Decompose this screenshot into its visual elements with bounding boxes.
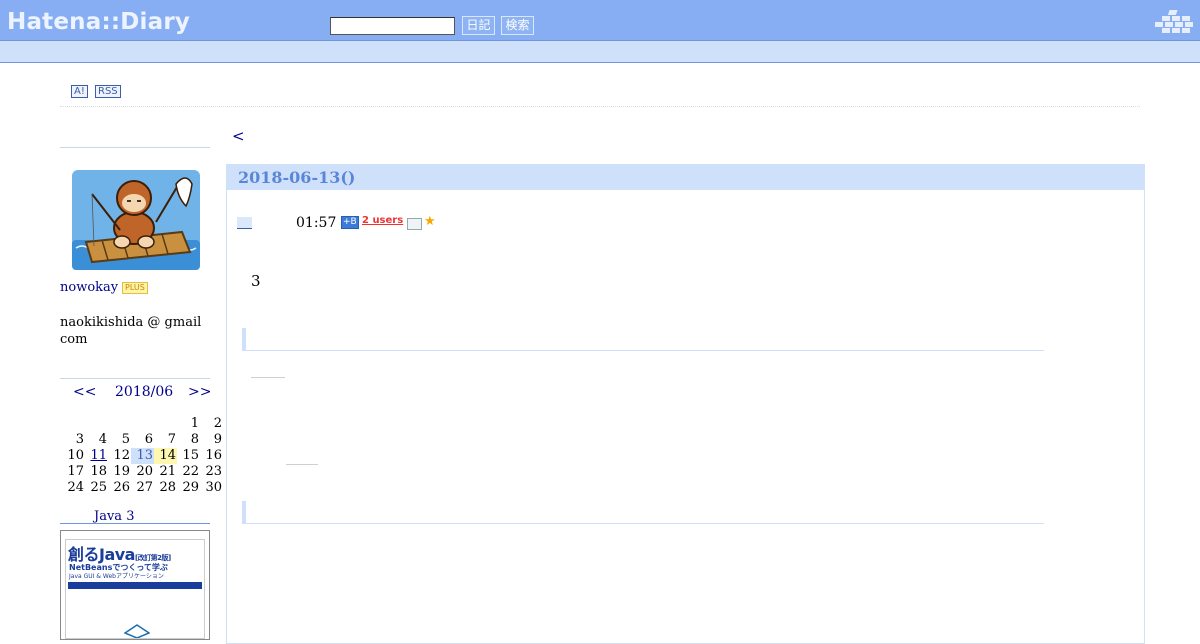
calendar-day: [85, 416, 108, 432]
calendar-day: 10: [67, 448, 84, 463]
book-cover-subtitle2: Java GUI & Webアプリケーション: [69, 573, 164, 580]
calendar-day: 23: [205, 464, 222, 479]
book-title-link[interactable]: Java 3: [94, 509, 134, 524]
day-header: 2018-06-13(): [227, 165, 1144, 190]
divider: [251, 377, 285, 378]
calendar-prev-link[interactable]: <<: [73, 384, 96, 400]
calendar-day: 2: [213, 416, 222, 431]
calendar-day: 28: [159, 480, 176, 495]
calendar-day: 3: [75, 432, 84, 447]
calendar-day: [131, 416, 154, 432]
calendar-week: 24 25 26 27 28 29 30: [62, 480, 223, 496]
calendar-day: 4: [98, 432, 107, 447]
calendar-day-link[interactable]: 11: [85, 448, 108, 464]
calendar-next-link[interactable]: >>: [188, 384, 211, 400]
section-heading-bar: [242, 328, 1044, 351]
section-heading-bar: [242, 501, 1044, 524]
site-logo[interactable]: Hatena::Diary: [7, 9, 190, 35]
calendar-day: [62, 416, 85, 432]
search-input[interactable]: [330, 17, 455, 35]
book-cover-band: [68, 582, 202, 589]
calendar-day: 5: [121, 432, 130, 447]
profile-name-link[interactable]: nowokay: [60, 280, 118, 295]
calendar-day: 15: [182, 448, 199, 463]
book-cover-edition: [改訂第2版]: [134, 554, 171, 562]
calendar-day: 20: [136, 464, 153, 479]
calendar-week: 10 11 12 13 14 15 16: [62, 448, 223, 464]
sidebar-divider: [60, 378, 210, 379]
calendar-day: 25: [90, 480, 107, 495]
calendar-day: 19: [113, 464, 130, 479]
book-title-underline: [60, 523, 210, 524]
calendar-day: 21: [159, 464, 176, 479]
calendar-day: 29: [182, 480, 199, 495]
calendar-day: 16: [205, 448, 222, 463]
calendar-day: 1: [190, 416, 199, 431]
entry-body-text: 3: [251, 272, 261, 290]
divider: [60, 106, 1140, 107]
bookmark-users-badge[interactable]: 2 users: [362, 215, 403, 226]
book-cover[interactable]: 創るJava[改訂第2版] NetBeansでつくって学ぶ Java GUI &…: [60, 530, 210, 640]
calendar-day: 18: [90, 464, 107, 479]
calendar-day-selected[interactable]: 13: [131, 448, 154, 464]
star-icon[interactable]: ★: [424, 214, 436, 229]
rss-badge[interactable]: RSS: [95, 85, 121, 98]
profile-avatar[interactable]: [72, 170, 200, 270]
hatena-grid-icon[interactable]: [1152, 9, 1196, 37]
calendar-day: 8: [190, 432, 199, 447]
calendar-day: 24: [67, 480, 84, 495]
calendar-week: 3 4 5 6 7 8 9: [62, 432, 223, 448]
calendar-day: 6: [144, 432, 153, 447]
calendar-grid: 1 2 3 4 5 6 7 8 9 10 11 12 13 14 15 16 1…: [62, 416, 223, 496]
book-cover-inner: 創るJava[改訂第2版] NetBeansでつくって学ぶ Java GUI &…: [65, 539, 205, 639]
calendar-day: 26: [113, 480, 130, 495]
entry-time: 01:57: [296, 215, 337, 231]
calendar-day: 7: [167, 432, 176, 447]
calendar-day: 17: [67, 464, 84, 479]
entry-permalink-box[interactable]: [237, 217, 252, 229]
calendar-day: 27: [136, 480, 153, 495]
diary-button[interactable]: 日記: [462, 16, 495, 35]
calendar-day: 30: [205, 480, 222, 495]
calendar-month-link[interactable]: 2018/06: [115, 384, 173, 400]
day-date-link[interactable]: 2018-06-13(): [238, 168, 355, 187]
plus-badge: PLUS: [122, 282, 148, 294]
book-cover-logo-icon: [124, 624, 150, 638]
calendar-week: 17 18 19 20 21 22 23: [62, 464, 223, 480]
header-bar: Hatena::Diary 日記 検索: [0, 0, 1200, 41]
calendar-day: [108, 416, 131, 432]
prev-day-link[interactable]: <: [232, 127, 245, 145]
profile-email: naokikishida @ gmail com: [60, 315, 202, 347]
calendar-day: [154, 416, 177, 432]
calendar-week: 1 2: [62, 416, 223, 432]
calendar-day: 12: [113, 448, 130, 463]
hatena-bookmark-icon[interactable]: +B: [341, 216, 359, 229]
calendar-day-today: 14: [154, 448, 177, 464]
calendar-day: 22: [182, 464, 199, 479]
calendar-day: 9: [213, 432, 222, 447]
divider: [286, 464, 318, 465]
sidebar-divider: [60, 147, 210, 148]
add-star-icon[interactable]: [407, 218, 422, 230]
day-section: 2018-06-13(): [226, 164, 1145, 644]
antenna-badge[interactable]: A!: [71, 85, 88, 98]
sub-header-bar: [0, 41, 1200, 63]
search-button[interactable]: 検索: [501, 16, 534, 35]
